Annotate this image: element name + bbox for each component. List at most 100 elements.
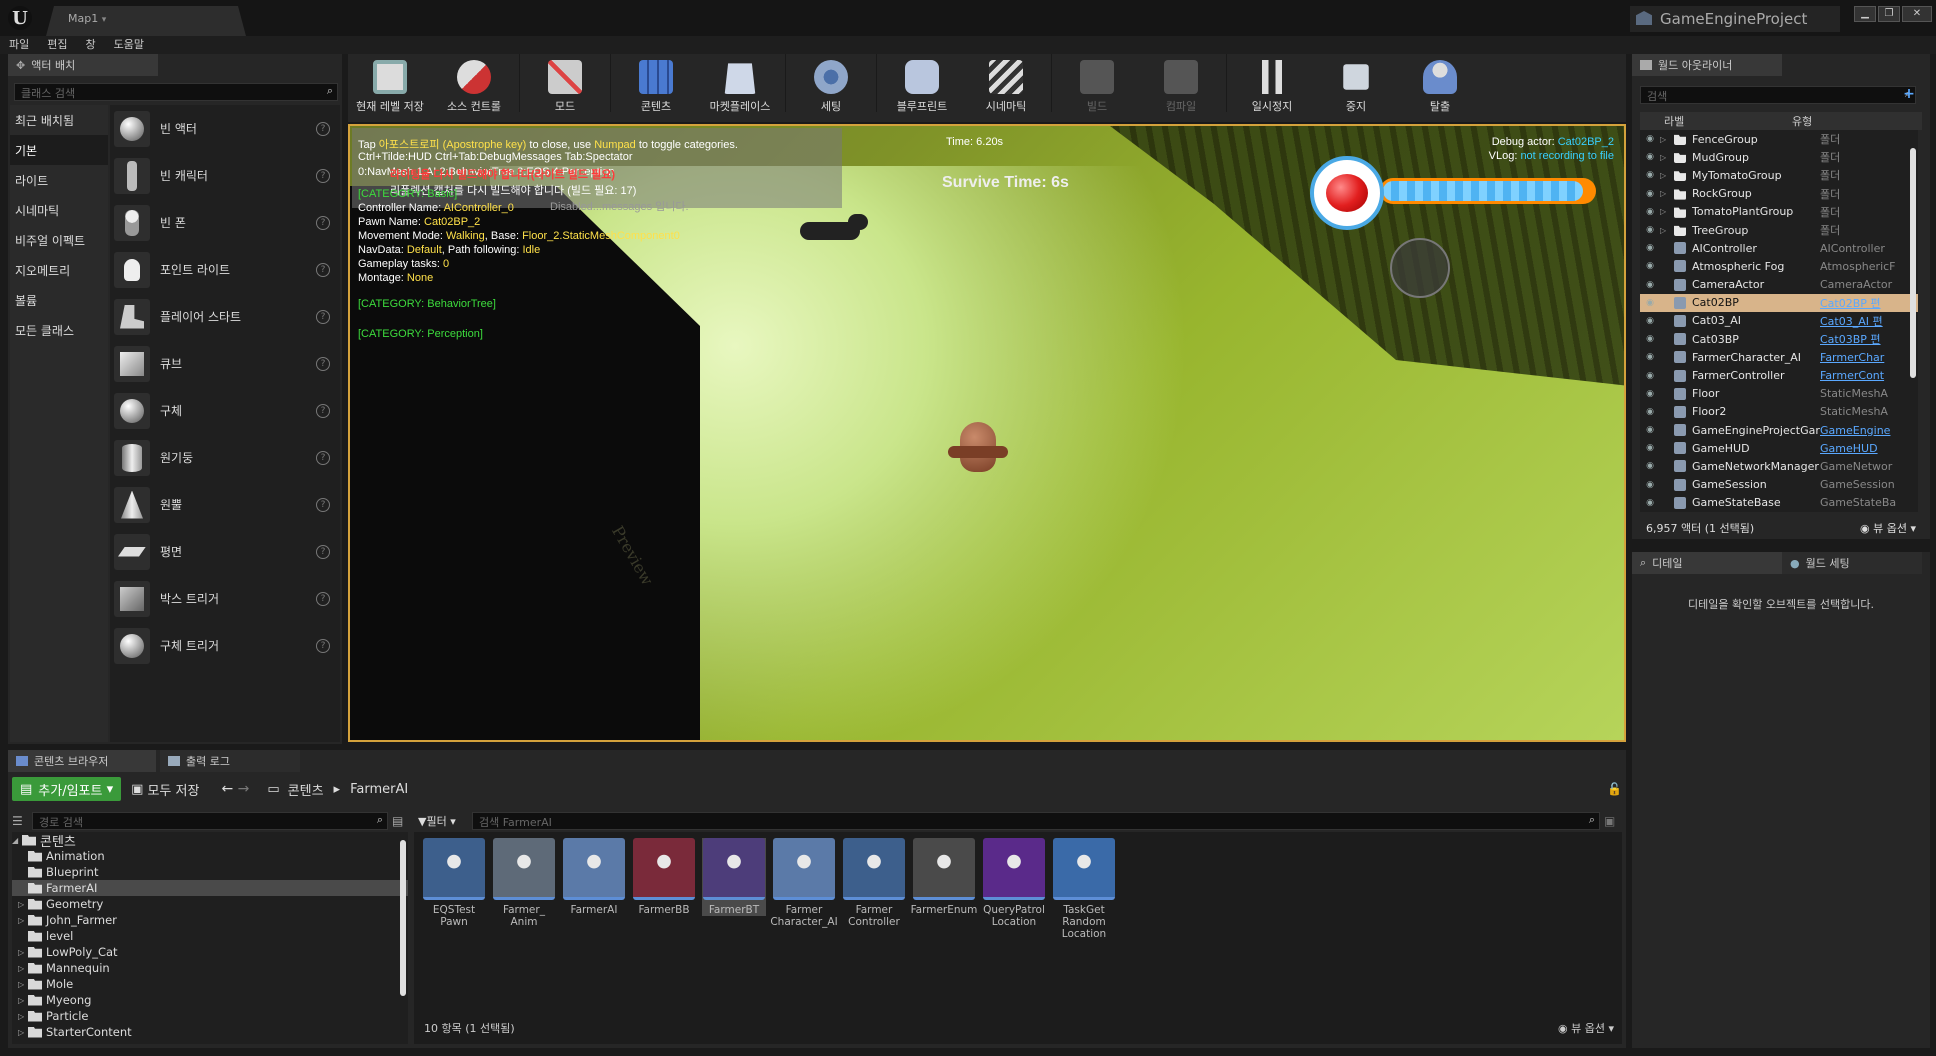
- folder-tree-item[interactable]: ▷ Mole: [12, 976, 408, 992]
- marketplace-button[interactable]: 마켓플레이스: [698, 54, 782, 114]
- visibility-eye-icon[interactable]: ◉: [1640, 316, 1660, 326]
- filter-button[interactable]: ▼ 필터 ▾: [418, 813, 472, 829]
- tab-world-settings[interactable]: ● 월드 세팅: [1782, 552, 1922, 574]
- cat-character[interactable]: [790, 214, 874, 254]
- asset-tile[interactable]: Farmer_ Anim: [492, 838, 556, 928]
- back-arrow-icon[interactable]: ←: [221, 781, 233, 797]
- close-button[interactable]: ✕: [1902, 6, 1932, 22]
- outliner-row[interactable]: ◉ Floor2 StaticMeshA: [1640, 403, 1918, 421]
- outliner-row-type[interactable]: Cat02BP 편: [1820, 295, 1918, 311]
- expand-arrow-icon[interactable]: ▷: [18, 900, 28, 909]
- expand-arrow-icon[interactable]: ▷: [18, 996, 28, 1005]
- breadcrumb-current[interactable]: FarmerAI: [350, 782, 408, 797]
- cinematics-button[interactable]: 시네마틱: [964, 54, 1048, 114]
- outliner-row[interactable]: ◉ CameraActor CameraActor: [1640, 276, 1918, 294]
- category-basic[interactable]: 기본: [10, 135, 108, 165]
- outliner-scrollbar[interactable]: [1910, 148, 1916, 378]
- visibility-eye-icon[interactable]: ◉: [1640, 407, 1660, 417]
- expand-arrow-icon[interactable]: ▷: [18, 1012, 28, 1021]
- menu-edit[interactable]: 편집: [38, 36, 76, 54]
- add-import-button[interactable]: ▤ 추가/임포트 ▾: [12, 777, 122, 801]
- visibility-eye-icon[interactable]: ◉: [1640, 261, 1660, 271]
- maximize-button[interactable]: ❐: [1878, 6, 1900, 22]
- farmer-character[interactable]: [948, 422, 1008, 492]
- tab-details[interactable]: ⌕ 디테일: [1632, 552, 1782, 574]
- menu-file[interactable]: 파일: [0, 36, 38, 54]
- expand-arrow-icon[interactable]: ▷: [18, 948, 28, 957]
- outliner-row[interactable]: ◉ ▷ MudGroup 폴더: [1640, 148, 1918, 166]
- tree-toggle-icon[interactable]: ☰: [12, 814, 32, 828]
- lock-icon[interactable]: 🔓: [1607, 782, 1622, 796]
- help-icon[interactable]: ?: [316, 638, 330, 653]
- visibility-eye-icon[interactable]: ◉: [1640, 207, 1660, 217]
- visibility-eye-icon[interactable]: ◉: [1640, 334, 1660, 344]
- asset-tile[interactable]: FarmerBB: [632, 838, 696, 916]
- folder-tree-item[interactable]: Blueprint: [12, 864, 408, 880]
- actor-item-cylinder[interactable]: 원기둥?: [110, 434, 340, 481]
- visibility-eye-icon[interactable]: ◉: [1640, 443, 1660, 453]
- asset-tile[interactable]: TaskGet Random Location: [1052, 838, 1116, 940]
- visibility-eye-icon[interactable]: ◉: [1640, 189, 1660, 199]
- unreal-logo-icon[interactable]: U: [8, 6, 32, 30]
- tab-output-log[interactable]: 출력 로그: [160, 750, 300, 772]
- category-lights[interactable]: 라이트: [10, 165, 108, 195]
- help-icon[interactable]: ?: [316, 356, 330, 371]
- tab-place-actors[interactable]: ✥ 액터 배치: [8, 54, 158, 76]
- filter-options-icon[interactable]: ▤: [392, 814, 408, 828]
- category-all-classes[interactable]: 모든 클래스: [10, 315, 108, 345]
- save-all-button[interactable]: ▣ 모두 저장: [131, 780, 199, 799]
- outliner-row[interactable]: ◉ FarmerController FarmerCont: [1640, 366, 1918, 384]
- pause-button[interactable]: 일시정지: [1230, 54, 1314, 114]
- help-icon[interactable]: ?: [316, 450, 330, 465]
- expand-arrow-icon[interactable]: ▷: [18, 1028, 28, 1037]
- outliner-row[interactable]: ◉ GameHUD GameHUD: [1640, 439, 1918, 457]
- actor-item-cube[interactable]: 큐브?: [110, 340, 340, 387]
- asset-tile[interactable]: Farmer Controller: [842, 838, 906, 928]
- close-tab-icon[interactable]: ▾: [102, 15, 107, 25]
- folder-tree-item[interactable]: ▷ LowPoly_Cat: [12, 944, 408, 960]
- outliner-row[interactable]: ◉ AIController AIController: [1640, 239, 1918, 257]
- tab-world-outliner[interactable]: 월드 아웃라이너: [1632, 54, 1782, 76]
- help-icon[interactable]: ?: [316, 403, 330, 418]
- asset-tile[interactable]: EQSTest Pawn: [422, 838, 486, 928]
- visibility-eye-icon[interactable]: ◉: [1640, 480, 1660, 490]
- visibility-eye-icon[interactable]: ◉: [1640, 389, 1660, 399]
- category-recent[interactable]: 최근 배치됨: [10, 105, 108, 135]
- outliner-row[interactable]: ◉ FarmerCharacter_AI FarmerChar: [1640, 348, 1918, 366]
- outliner-row-type[interactable]: Cat03_AI 편: [1820, 313, 1918, 329]
- category-geometry[interactable]: 지오메트리: [10, 255, 108, 285]
- visibility-eye-icon[interactable]: ◉: [1640, 461, 1660, 471]
- settings-button[interactable]: 세팅: [789, 54, 873, 114]
- actor-item-point-light[interactable]: 포인트 라이트?: [110, 246, 340, 293]
- folder-tree-item[interactable]: ▷ Geometry: [12, 896, 408, 912]
- outliner-row[interactable]: ◉ Cat03BP Cat03BP 편: [1640, 330, 1918, 348]
- outliner-row-type[interactable]: GameHUD: [1820, 442, 1918, 455]
- tab-content-browser[interactable]: 콘텐츠 브라우저: [8, 750, 156, 772]
- folder-tree-item[interactable]: Animation: [12, 848, 408, 864]
- folder-tree-item[interactable]: ▷ StarterContent: [12, 1024, 408, 1040]
- visibility-eye-icon[interactable]: ◉: [1640, 298, 1660, 308]
- outliner-row[interactable]: ◉ ▷ FenceGroup 폴더: [1640, 130, 1918, 148]
- path-search-input[interactable]: 경로 검색 ⌕: [32, 812, 388, 830]
- outliner-row[interactable]: ◉ ▷ TreeGroup 폴더: [1640, 221, 1918, 239]
- visibility-eye-icon[interactable]: ◉: [1640, 134, 1660, 144]
- asset-tile[interactable]: QueryPatrol Location: [982, 838, 1046, 928]
- tab-map1[interactable]: Map1 ▾: [46, 6, 246, 36]
- view-options-button[interactable]: ◉ 뷰 옵션 ▾: [1860, 520, 1916, 536]
- outliner-row-type[interactable]: FarmerChar: [1820, 351, 1918, 364]
- visibility-eye-icon[interactable]: ◉: [1640, 371, 1660, 381]
- eject-button[interactable]: 탈출: [1398, 54, 1482, 114]
- expand-arrow-icon[interactable]: ▷: [18, 916, 28, 925]
- asset-tile[interactable]: FarmerBT: [702, 838, 766, 916]
- view-options-button[interactable]: ◉ 뷰 옵션 ▾: [1558, 1020, 1614, 1036]
- expand-arrow-icon[interactable]: ▷: [1660, 135, 1670, 144]
- level-viewport[interactable]: Preview Tap 아포스트로피 (Apostrophe key) to c…: [348, 124, 1626, 742]
- expand-arrow-icon[interactable]: ◢: [12, 836, 22, 845]
- actor-item-player-start[interactable]: 플레이어 스타트?: [110, 293, 340, 340]
- actor-item-sphere-trigger[interactable]: 구체 트리거?: [110, 622, 340, 669]
- category-cinematic[interactable]: 시네마틱: [10, 195, 108, 225]
- visibility-eye-icon[interactable]: ◉: [1640, 170, 1660, 180]
- folder-tree-item[interactable]: ▷ Particle: [12, 1008, 408, 1024]
- column-type[interactable]: 유형: [1792, 113, 1922, 129]
- actor-item-box-trigger[interactable]: 박스 트리거?: [110, 575, 340, 622]
